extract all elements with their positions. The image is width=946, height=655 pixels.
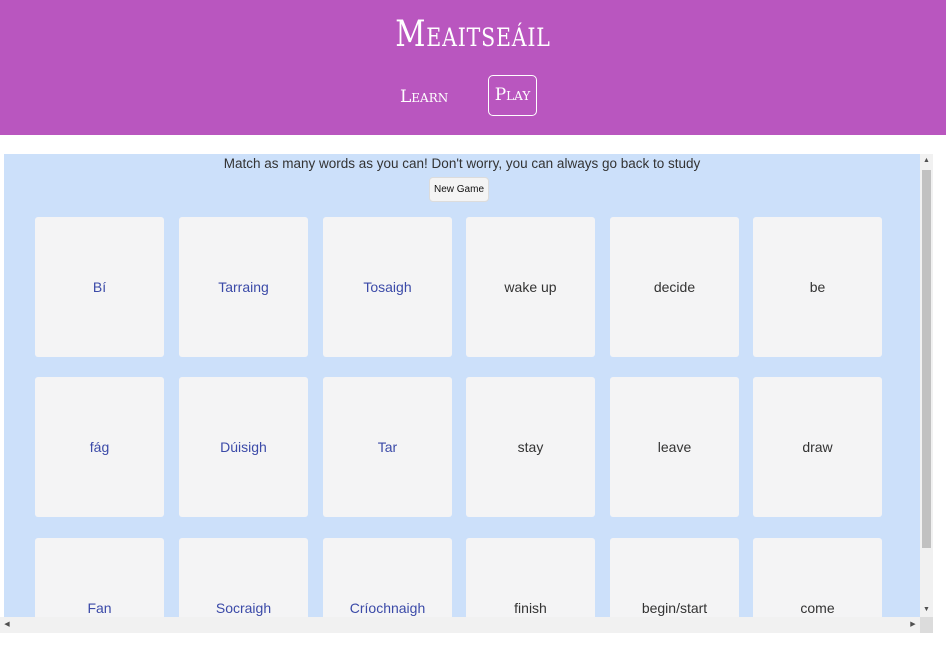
scroll-right-icon[interactable]: ▶ — [906, 617, 920, 633]
word-card[interactable]: Fan — [35, 538, 164, 617]
instructions-text: Match as many words as you can! Don't wo… — [223, 156, 701, 171]
word-card[interactable]: wake up — [466, 217, 595, 357]
scrollbar-corner — [920, 617, 933, 633]
word-card[interactable]: Críochnaigh — [323, 538, 452, 617]
new-game-button[interactable]: New Game — [429, 177, 489, 202]
word-card[interactable]: Tosaigh — [323, 217, 452, 357]
word-card[interactable]: begin/start — [610, 538, 739, 617]
nav-play-button[interactable]: Play — [488, 75, 537, 116]
vertical-scrollbar[interactable]: ▲ ▼ — [920, 154, 933, 617]
word-card[interactable]: come — [753, 538, 882, 617]
word-card[interactable]: be — [753, 217, 882, 357]
nav-learn-link[interactable]: Learn — [400, 78, 448, 116]
word-card[interactable]: Bí — [35, 217, 164, 357]
word-card[interactable]: stay — [466, 377, 595, 517]
word-card[interactable]: Socraigh — [179, 538, 308, 617]
game-board: Match as many words as you can! Don't wo… — [4, 154, 920, 617]
scroll-left-icon[interactable]: ◀ — [0, 617, 14, 633]
word-card[interactable]: fág — [35, 377, 164, 517]
word-card[interactable]: finish — [466, 538, 595, 617]
word-card[interactable]: Dúisigh — [179, 377, 308, 517]
word-card[interactable]: Tar — [323, 377, 452, 517]
app-title: Meaitseáil — [395, 14, 551, 55]
scroll-down-icon[interactable]: ▼ — [920, 603, 933, 617]
horizontal-scrollbar[interactable]: ◀ ▶ — [0, 617, 920, 633]
word-card[interactable]: decide — [610, 217, 739, 357]
scrollbar-thumb[interactable] — [922, 170, 931, 548]
word-card[interactable]: Tarraing — [179, 217, 308, 357]
scroll-up-icon[interactable]: ▲ — [920, 154, 933, 168]
word-card[interactable]: draw — [753, 377, 882, 517]
word-card[interactable]: leave — [610, 377, 739, 517]
app-header: Meaitseáil Learn Play — [0, 0, 946, 135]
